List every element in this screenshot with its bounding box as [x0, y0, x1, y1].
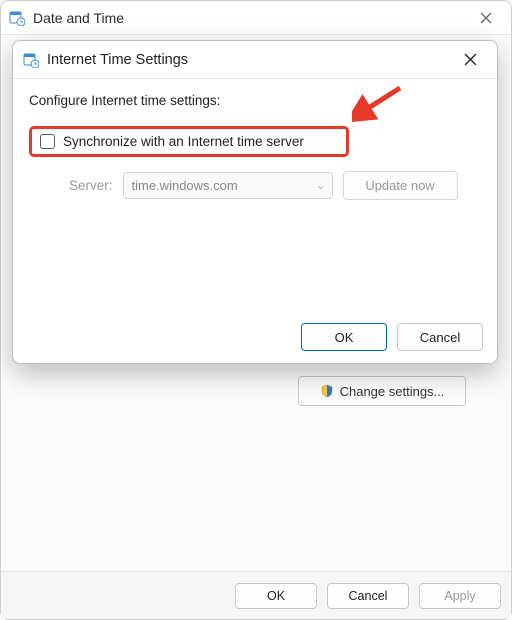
- change-settings-button[interactable]: Change settings...: [298, 376, 466, 406]
- calendar-clock-icon: [9, 10, 25, 26]
- change-settings-label: Change settings...: [340, 384, 445, 399]
- sync-checkbox[interactable]: [40, 134, 55, 149]
- shield-icon: [320, 384, 334, 398]
- modal-body: Configure Internet time settings: Synchr…: [13, 79, 497, 200]
- internet-time-settings-dialog: Internet Time Settings Configure Interne…: [12, 40, 498, 364]
- chevron-down-icon: ⌄: [316, 179, 325, 192]
- update-now-button[interactable]: Update now: [343, 171, 458, 200]
- modal-ok-button[interactable]: OK: [301, 323, 387, 351]
- modal-cancel-button[interactable]: Cancel: [397, 323, 483, 351]
- server-row: Server: time.windows.com ⌄ Update now: [29, 171, 481, 200]
- calendar-clock-icon: [23, 52, 39, 68]
- sync-checkbox-row[interactable]: Synchronize with an Internet time server: [29, 126, 349, 157]
- sync-checkbox-label: Synchronize with an Internet time server: [63, 134, 304, 149]
- server-combobox[interactable]: time.windows.com ⌄: [123, 172, 333, 199]
- modal-footer: OK Cancel: [301, 323, 483, 351]
- configure-label: Configure Internet time settings:: [29, 93, 481, 108]
- modal-titlebar: Internet Time Settings: [13, 41, 497, 79]
- parent-apply-button: Apply: [419, 583, 501, 609]
- modal-title: Internet Time Settings: [47, 52, 188, 68]
- modal-close-button[interactable]: [453, 46, 487, 74]
- parent-cancel-button[interactable]: Cancel: [327, 583, 409, 609]
- parent-footer: OK Cancel Apply: [1, 571, 511, 619]
- parent-ok-button[interactable]: OK: [235, 583, 317, 609]
- parent-close-button[interactable]: [469, 4, 503, 32]
- server-label: Server:: [69, 178, 113, 193]
- parent-window-title: Date and Time: [33, 10, 124, 26]
- parent-titlebar: Date and Time: [1, 1, 511, 35]
- server-combobox-value: time.windows.com: [132, 178, 238, 193]
